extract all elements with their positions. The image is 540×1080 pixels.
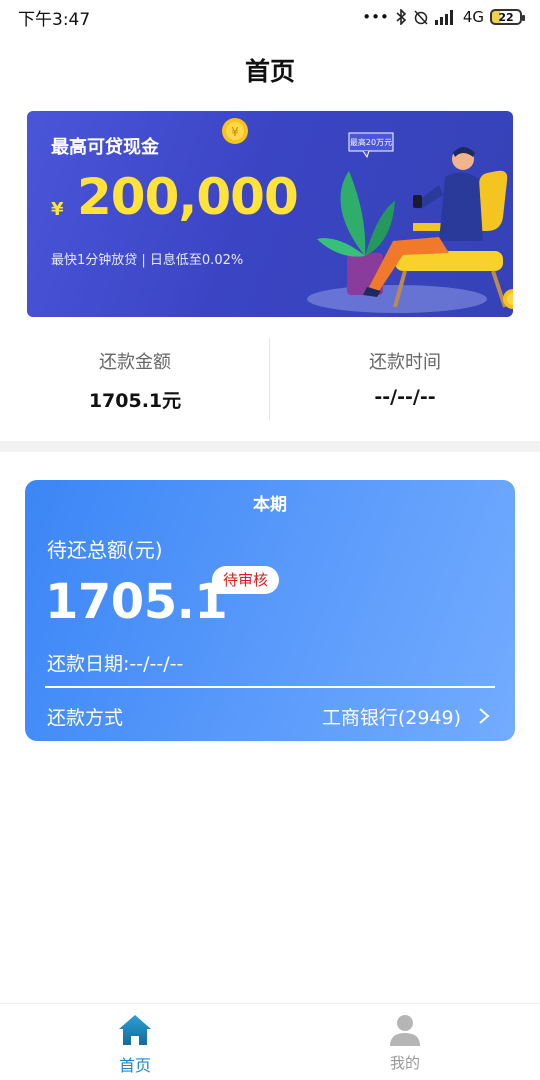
card-divider xyxy=(45,686,495,688)
bill-due-date: 还款日期:--/--/-- xyxy=(47,653,184,675)
loan-banner[interactable]: 最高可贷现金 ¥ 200,000 最快1分钟放贷 | 日息低至0.02% ¥ 最… xyxy=(27,111,513,317)
nav-item-home[interactable]: 首页 xyxy=(0,1004,270,1080)
svg-text:¥: ¥ xyxy=(231,125,239,139)
bill-period: 本期 xyxy=(253,495,287,515)
chevron-right-icon[interactable] xyxy=(475,706,493,726)
user-icon xyxy=(390,1015,420,1046)
nav-item-mine[interactable]: 我的 xyxy=(270,1004,540,1080)
summary-amount-value: 1705.1元 xyxy=(88,390,182,412)
nav-label-home: 首页 xyxy=(118,1056,151,1075)
status-icons: ••• 4G 22 xyxy=(362,8,525,26)
nav-label-mine: 我的 xyxy=(389,1054,420,1072)
battery-icon: 22 xyxy=(490,9,525,25)
banner-subtitle: 最快1分钟放贷 | 日息低至0.02% xyxy=(51,253,244,268)
summary-time-label: 还款时间 xyxy=(369,352,441,373)
current-bill-card[interactable]: 本期 待还总额(元) 1705.1 待审核 还款日期:--/--/-- 还款方式… xyxy=(25,480,515,741)
signal-icon xyxy=(434,10,453,25)
alarm-off-icon xyxy=(414,10,428,25)
status-badge: 待审核 xyxy=(212,566,280,594)
banner-illustration: ¥ 最高20万元 xyxy=(222,118,513,313)
page-title: 首页 xyxy=(244,57,295,86)
bottom-nav: 首页 我的 xyxy=(0,1003,540,1080)
home-icon xyxy=(119,1015,151,1045)
svg-text:最高20万元: 最高20万元 xyxy=(350,137,392,147)
bill-total-label: 待还总额(元) xyxy=(47,538,163,562)
section-divider xyxy=(0,441,540,452)
repayment-summary: 还款金额 1705.1元 还款时间 --/--/-- xyxy=(0,338,540,420)
network-label: 4G xyxy=(462,8,484,26)
summary-amount-label: 还款金额 xyxy=(99,352,171,373)
summary-time-value: --/--/-- xyxy=(374,386,436,408)
coin-icon: ¥ xyxy=(222,118,248,144)
banner-currency: ¥ xyxy=(51,199,64,220)
battery-level: 22 xyxy=(498,10,514,24)
status-bar: 下午3:47 ••• 4G 22 xyxy=(0,0,540,34)
banner-title: 最高可贷现金 xyxy=(51,137,159,158)
more-icon: ••• xyxy=(362,8,389,26)
summary-amount: 还款金额 1705.1元 xyxy=(0,338,270,420)
bluetooth-icon xyxy=(396,9,406,25)
summary-time: 还款时间 --/--/-- xyxy=(270,338,540,420)
payment-method-label: 还款方式 xyxy=(47,707,124,729)
payment-method-bank[interactable]: 工商银行(2949) xyxy=(322,703,461,730)
status-time: 下午3:47 xyxy=(18,9,91,30)
speech-bubble: 最高20万元 xyxy=(348,132,394,159)
bill-total-value: 1705.1 xyxy=(45,574,228,630)
summary-divider xyxy=(269,338,270,420)
